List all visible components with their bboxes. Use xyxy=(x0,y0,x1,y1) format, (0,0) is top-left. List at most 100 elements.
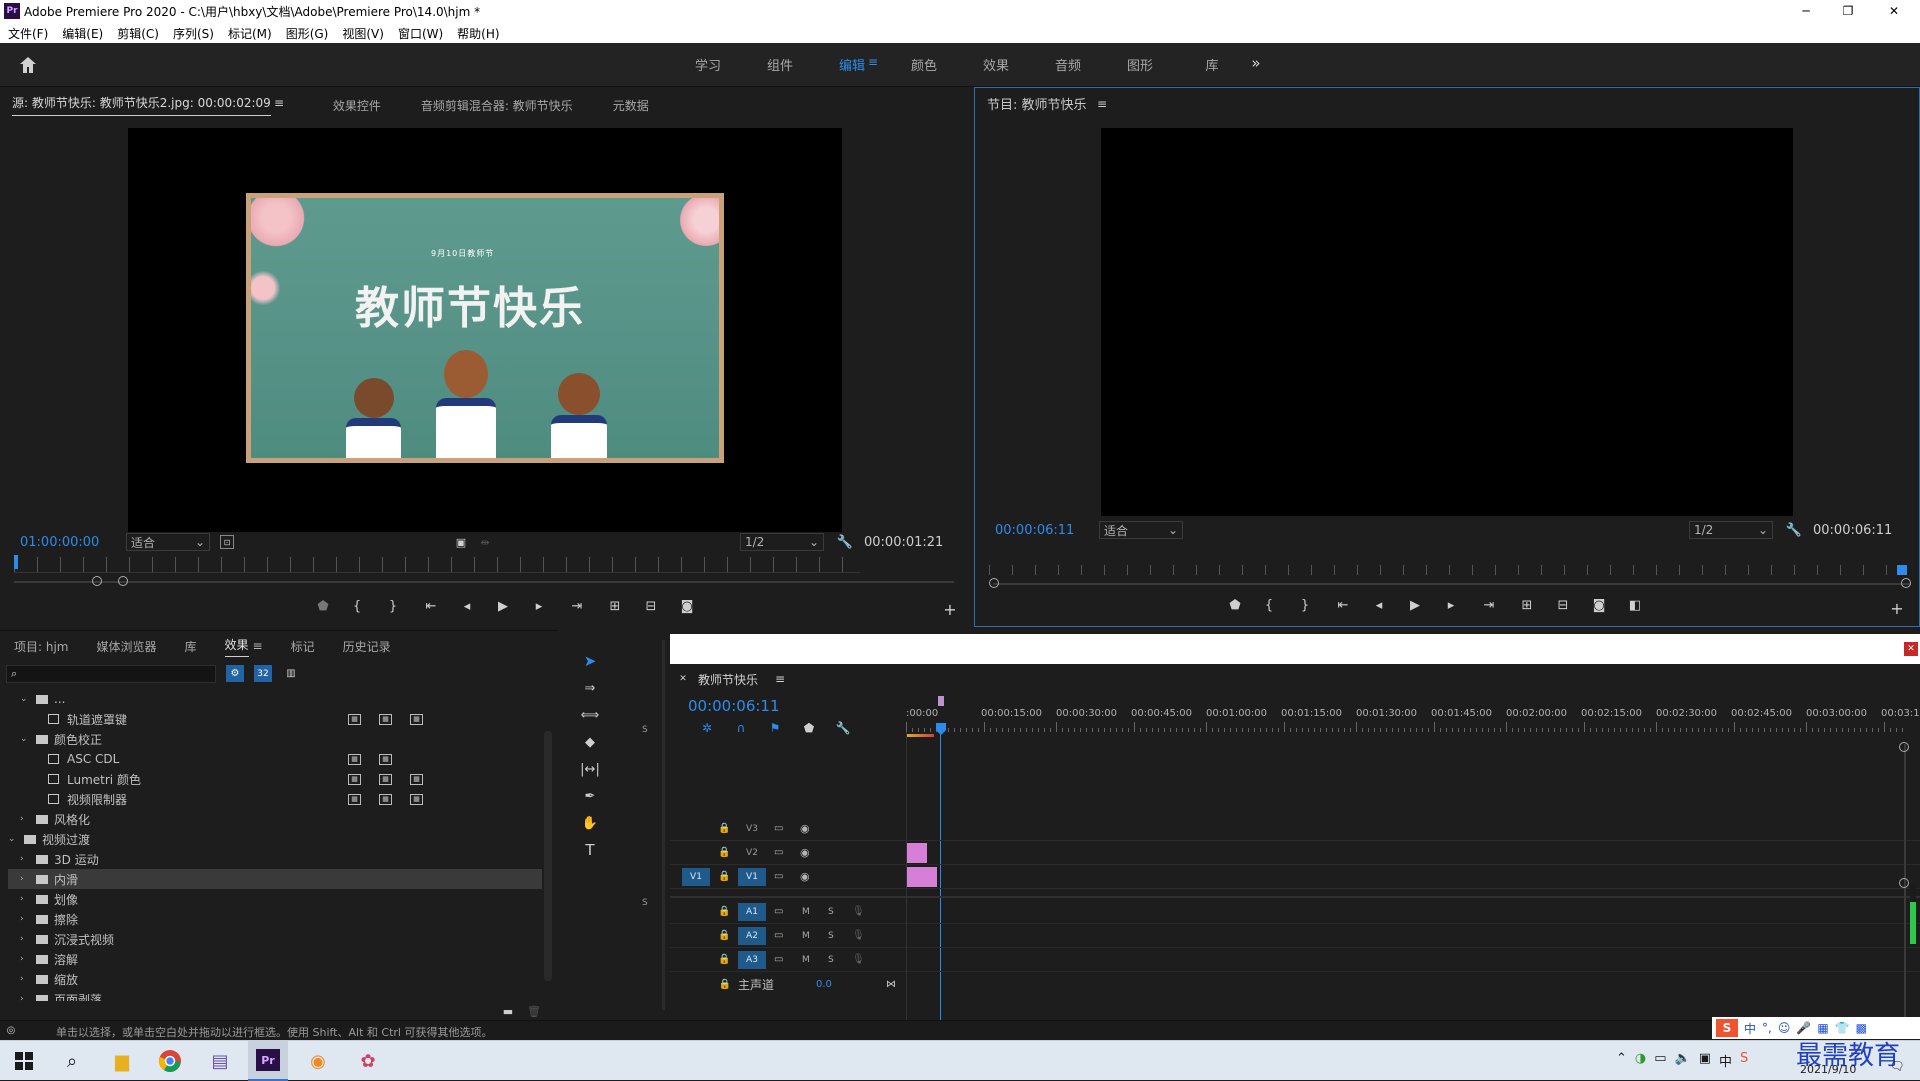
marker-icon[interactable]: ⬟ xyxy=(305,599,341,614)
chevron-right-icon[interactable]: › xyxy=(20,934,32,944)
chevron-right-icon[interactable]: › xyxy=(20,894,32,904)
sync-lock-icon[interactable]: ▭ xyxy=(774,906,783,917)
source-panel-tab[interactable]: 效果控件 xyxy=(333,97,381,114)
timeline-timecode[interactable]: 00:00:06:11 xyxy=(688,697,780,715)
track-name[interactable]: V1 xyxy=(738,867,766,886)
project-panel-tab[interactable]: 效果 xyxy=(224,636,249,657)
solo-button[interactable]: S xyxy=(828,907,834,917)
zoom-handle[interactable] xyxy=(1899,742,1909,752)
sequence-tab[interactable]: 教师节快乐 xyxy=(698,671,758,688)
chevron-right-icon[interactable]: › xyxy=(20,974,32,984)
program-viewer[interactable] xyxy=(1101,128,1793,516)
camera-icon[interactable]: ◙ xyxy=(669,599,705,614)
windows-start-icon[interactable] xyxy=(4,1041,44,1081)
menu-item[interactable]: 剪辑(C) xyxy=(117,25,159,42)
home-icon[interactable] xyxy=(16,53,40,77)
program-zoom-bar[interactable] xyxy=(993,583,1911,585)
extract-icon[interactable]: ⊟ xyxy=(1545,598,1581,613)
program-fit-dropdown[interactable]: 适合 ⌄ xyxy=(1099,521,1183,539)
close-icon[interactable]: ✕ xyxy=(1872,0,1916,22)
lock-icon[interactable]: 🔒 xyxy=(718,979,732,990)
effects-tree-item[interactable]: ⌄ 视频过渡 xyxy=(8,829,542,849)
sync-lock-icon[interactable]: ▭ xyxy=(774,823,783,834)
chevron-right-icon[interactable]: › xyxy=(20,914,32,924)
effects-tree-item[interactable]: 视频限制器 ▦ ▦ ▦ xyxy=(8,789,542,809)
project-panel-tab[interactable]: 项目: hjm xyxy=(14,638,69,655)
zoom-handle[interactable] xyxy=(1901,578,1911,588)
master-volume-value[interactable]: 0.0 xyxy=(816,979,832,990)
effects-tree-item[interactable]: › 溶解 xyxy=(8,949,542,969)
yuv-filter-icon[interactable]: ▥ xyxy=(282,665,300,682)
timeline-clip[interactable] xyxy=(907,843,927,863)
mute-button[interactable]: M xyxy=(802,931,810,941)
effects-tree-item[interactable]: › 沉浸式视频 xyxy=(8,929,542,949)
source-panel-tab[interactable]: 元数据 xyxy=(613,97,649,114)
paint-icon[interactable]: ✿ xyxy=(348,1041,388,1081)
chevron-right-icon[interactable]: › xyxy=(20,874,32,884)
go-to-out-icon[interactable]: ⇥ xyxy=(557,599,597,614)
notification-icon[interactable]: 🗨 xyxy=(1888,1057,1906,1075)
project-panel-tab[interactable]: 媒体浏览器 xyxy=(97,638,157,655)
wrench-icon[interactable]: 🔧 xyxy=(1785,521,1803,539)
overwrite-icon[interactable]: ⊟ xyxy=(633,599,669,614)
effects-tree-item[interactable]: ASC CDL ▦ ▦ xyxy=(8,749,542,769)
solo-marker[interactable]: S xyxy=(642,725,648,735)
sync-lock-icon[interactable]: ▭ xyxy=(774,871,783,882)
chevron-right-icon[interactable]: › xyxy=(20,854,32,864)
source-panel-tab[interactable]: 音频剪辑混合器: 教师节快乐 xyxy=(421,97,573,114)
winrar-icon[interactable]: ▤ xyxy=(200,1041,240,1081)
effects-tree-item[interactable]: ⌄... xyxy=(8,689,542,709)
lock-icon[interactable]: 🔒 xyxy=(718,847,730,858)
tray-app-icon[interactable]: ▣ xyxy=(1699,1051,1711,1070)
chevron-up-icon[interactable]: ⌃ xyxy=(1616,1051,1627,1070)
new-bin-icon[interactable]: ▬ xyxy=(500,1004,516,1018)
zoom-handle[interactable] xyxy=(118,576,128,586)
lock-icon[interactable]: 🔒 xyxy=(718,906,730,917)
track-name[interactable]: A1 xyxy=(738,902,766,921)
tray-app-icon[interactable]: ◑ xyxy=(1635,1051,1646,1070)
mark-out-icon[interactable]: } xyxy=(1285,598,1325,613)
file-explorer-icon[interactable]: ▆ xyxy=(102,1041,142,1081)
effects-scrollbar[interactable] xyxy=(544,731,552,981)
effects-tree-item[interactable]: › 缩放 xyxy=(8,969,542,989)
track-name[interactable]: A3 xyxy=(738,950,766,969)
step-back-icon[interactable]: ◂ xyxy=(1361,598,1397,613)
chevron-down-icon[interactable]: ⌄ xyxy=(20,734,32,744)
razor-tool-icon[interactable]: ◆ xyxy=(578,731,602,753)
nest-icon[interactable]: ✲ xyxy=(690,721,724,735)
step-forward-icon[interactable]: ▸ xyxy=(521,599,557,614)
marker-icon[interactable]: ⬟ xyxy=(1217,598,1253,613)
workspace-tab[interactable]: 效果 xyxy=(960,55,1032,74)
program-timecode[interactable]: 00:00:06:11 xyxy=(995,523,1074,538)
mark-in-icon[interactable]: { xyxy=(341,599,373,614)
zoom-handle[interactable] xyxy=(989,578,999,588)
export-frame-icon[interactable]: ▣ xyxy=(454,535,468,549)
clock-date[interactable]: 2021/9/10 xyxy=(1800,1063,1856,1076)
slip-tool-icon[interactable]: |↔| xyxy=(578,758,602,780)
pen-tool-icon[interactable]: ✒ xyxy=(578,785,602,807)
effects-tree-item[interactable]: › 划像 xyxy=(8,889,542,909)
step-forward-icon[interactable]: ▸ xyxy=(1433,598,1469,613)
menu-item[interactable]: 窗口(W) xyxy=(398,25,443,42)
workspace-tab[interactable]: 颜色 xyxy=(888,55,960,74)
chevron-right-icon[interactable]: › xyxy=(20,994,32,1001)
effects-tree-item[interactable]: › 页面剥落 xyxy=(8,989,542,1001)
menu-item[interactable]: 序列(S) xyxy=(173,25,214,42)
play-icon[interactable]: ▶ xyxy=(485,599,521,614)
panel-menu-icon[interactable]: ≡ xyxy=(774,672,786,686)
timeline-playhead-head[interactable] xyxy=(936,723,946,735)
ripple-edit-icon[interactable]: ⟺ xyxy=(578,704,602,726)
source-zoom-bar[interactable] xyxy=(14,581,954,583)
track-name[interactable]: V2 xyxy=(738,844,766,862)
32bit-filter-icon[interactable]: 32 xyxy=(254,665,272,682)
workspace-tab[interactable]: 学习 xyxy=(672,55,744,74)
eye-icon[interactable]: ◉ xyxy=(800,846,810,859)
sync-lock-icon[interactable]: ▭ xyxy=(774,847,783,858)
sync-lock-icon[interactable]: ▭ xyxy=(774,930,783,941)
program-playhead[interactable] xyxy=(1897,565,1907,575)
menu-item[interactable]: 标记(M) xyxy=(228,25,272,42)
effects-search-input[interactable]: ⌕ xyxy=(6,665,216,683)
trash-icon[interactable]: 🗑 xyxy=(526,1004,542,1018)
effects-tree-item[interactable]: › 擦除 xyxy=(8,909,542,929)
go-to-in-icon[interactable]: ⇤ xyxy=(1325,598,1361,613)
